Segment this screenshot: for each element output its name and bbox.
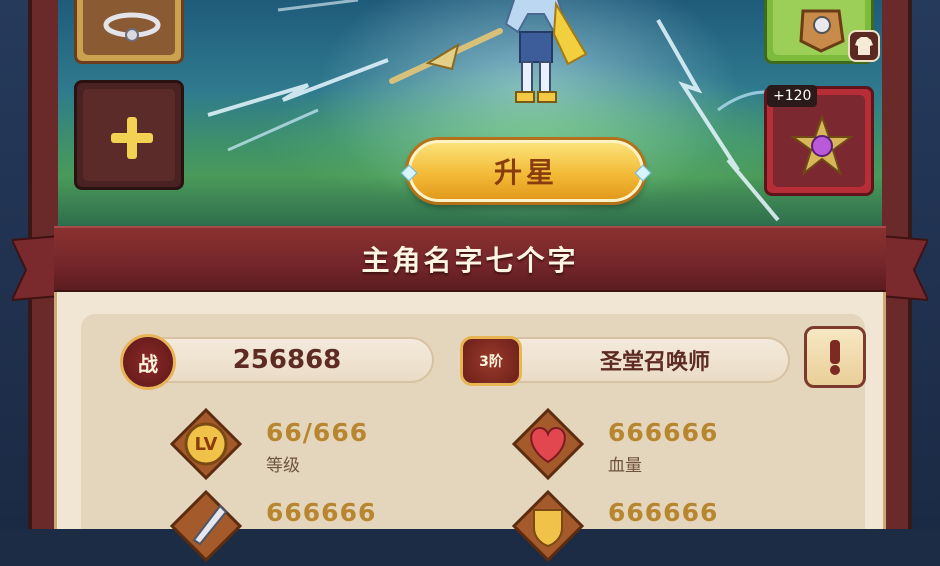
emblem-bonus-label: +120 [767, 85, 818, 107]
gauntlet-icon [799, 9, 845, 53]
level-label: 等级 [266, 456, 300, 476]
power-value: 256868 [232, 345, 342, 375]
upgrade-star-button[interactable]: 升星 [400, 140, 652, 202]
necklace-icon [103, 12, 161, 42]
exclamation-icon [830, 340, 840, 375]
attack-value: 666666 [266, 498, 377, 527]
flame-badge-icon: 战 [120, 334, 176, 390]
level-icon-text: LV [194, 433, 218, 455]
class-name: 圣堂召唤师 [599, 350, 710, 375]
level-badge-icon: LV [169, 407, 243, 481]
equip-slot-necklace[interactable] [74, 0, 184, 64]
hp-value: 666666 [608, 418, 719, 447]
defense-value: 666666 [608, 498, 719, 527]
hero-name: 主角名字七个字 [361, 244, 579, 277]
name-banner: 主角名字七个字 [12, 226, 928, 302]
power-display: 256868 [140, 337, 434, 383]
info-button[interactable] [804, 326, 866, 388]
spear-weapon [389, 28, 503, 84]
shirt-icon [855, 37, 873, 55]
add-equip-slot[interactable] [74, 80, 184, 190]
plus-icon [111, 117, 153, 159]
star-emblem-icon [791, 115, 853, 176]
shield-icon [511, 489, 585, 563]
rank-badge-text: 3阶 [479, 354, 503, 370]
class-display: 圣堂召唤师 [480, 337, 790, 383]
hero-scene: +120 升星 [58, 0, 882, 229]
hp-label: 血量 [608, 456, 642, 476]
level-value: 66/666 [266, 418, 369, 447]
rank-badge: 3阶 [460, 336, 522, 386]
skin-button[interactable] [848, 30, 880, 62]
equip-slot-emblem[interactable]: +120 [764, 85, 874, 196]
sword-icon [169, 489, 243, 563]
power-icon-text: 战 [138, 351, 158, 376]
heart-icon [511, 407, 585, 481]
upgrade-star-label: 升星 [493, 156, 558, 189]
